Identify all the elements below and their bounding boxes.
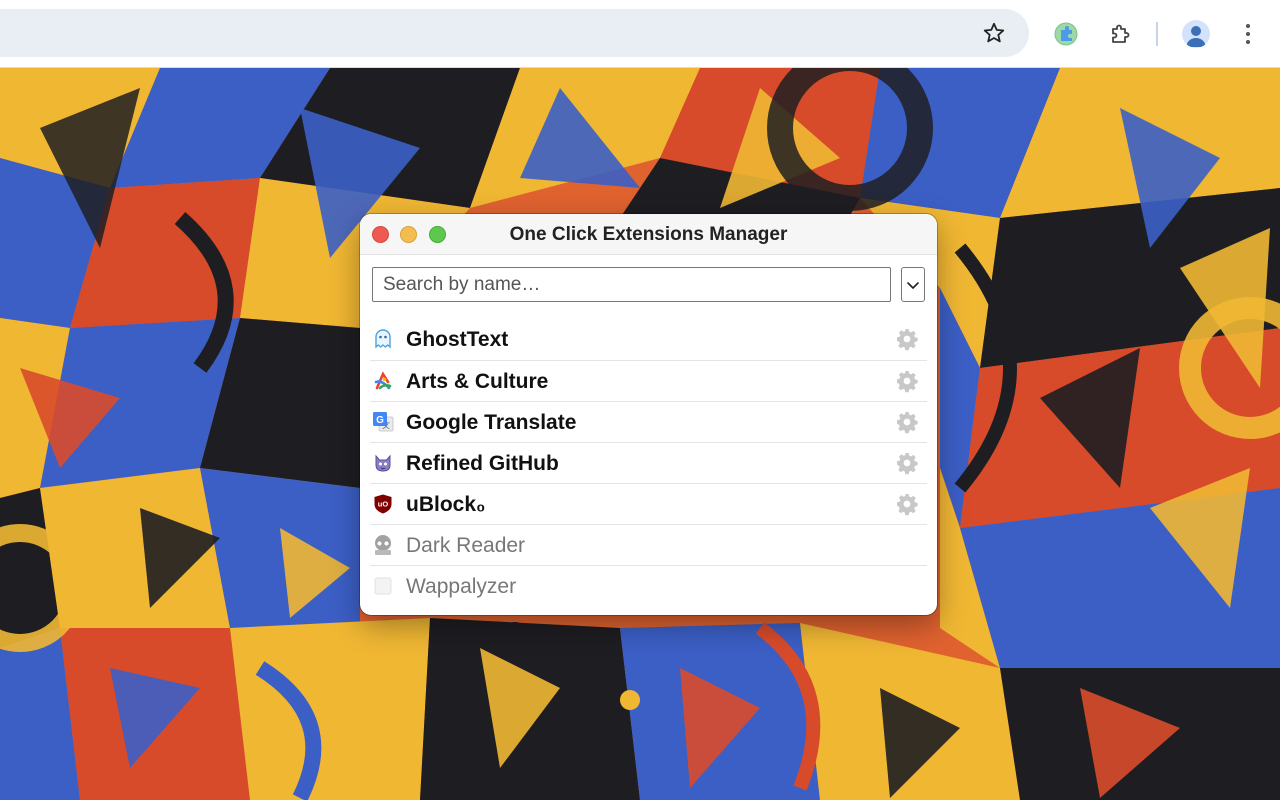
extension-name: Wappalyzer bbox=[406, 575, 517, 598]
extension-row-dark-reader[interactable]: Dark Reader bbox=[370, 524, 927, 565]
address-bar[interactable] bbox=[0, 9, 1029, 57]
extension-name: GhostText bbox=[406, 328, 509, 351]
active-extension-button[interactable] bbox=[1046, 14, 1086, 54]
star-outline-icon bbox=[983, 22, 1005, 43]
gear-icon bbox=[897, 453, 918, 475]
extension-options-button[interactable] bbox=[895, 451, 919, 475]
svg-text:uO: uO bbox=[378, 500, 389, 509]
gear-icon bbox=[897, 412, 918, 434]
extension-options-button[interactable] bbox=[895, 492, 919, 516]
vertical-dots-icon bbox=[1246, 24, 1250, 44]
profile-button[interactable] bbox=[1176, 14, 1216, 54]
dark-reader-icon bbox=[375, 535, 391, 555]
person-avatar-icon bbox=[1182, 20, 1210, 48]
ghosttext-icon bbox=[375, 329, 391, 349]
search-input[interactable] bbox=[372, 267, 891, 302]
wappalyzer-icon bbox=[374, 577, 392, 595]
extension-row-google-translate[interactable]: 文 G Google Translate bbox=[370, 401, 927, 442]
gear-icon bbox=[897, 329, 918, 351]
popup-titlebar: One Click Extensions Manager bbox=[360, 214, 937, 255]
gear-icon bbox=[897, 371, 918, 393]
extension-name: Google Translate bbox=[406, 411, 577, 434]
ublock-icon: uO bbox=[374, 494, 392, 514]
popup-title: One Click Extensions Manager bbox=[509, 224, 788, 245]
extension-name: Refined GitHub bbox=[406, 452, 559, 475]
extension-row-ublock[interactable]: uO uBlock₀ bbox=[370, 483, 927, 524]
gear-icon bbox=[897, 494, 918, 516]
svg-text:G: G bbox=[376, 415, 384, 426]
browser-toolbar bbox=[0, 0, 1280, 68]
bookmark-star-button[interactable] bbox=[974, 13, 1014, 53]
arts-culture-icon bbox=[374, 371, 392, 390]
extensions-manager-popup: One Click Extensions Manager GhostText bbox=[360, 214, 937, 615]
extensions-menu-button[interactable] bbox=[1100, 14, 1140, 54]
extension-row-ghosttext[interactable]: GhostText bbox=[370, 319, 927, 360]
extension-name: Arts & Culture bbox=[406, 370, 549, 393]
toolbar-divider bbox=[1156, 22, 1158, 46]
extension-row-wappalyzer[interactable]: Wappalyzer bbox=[370, 565, 927, 606]
extension-row-arts-culture[interactable]: Arts & Culture bbox=[370, 360, 927, 401]
puzzle-icon bbox=[1112, 24, 1130, 43]
refined-github-icon bbox=[375, 454, 391, 472]
extension-row-refined-github[interactable]: Refined GitHub bbox=[370, 442, 927, 483]
green-extension-icon bbox=[1054, 22, 1078, 46]
browser-menu-button[interactable] bbox=[1228, 14, 1268, 54]
google-translate-icon: 文 G bbox=[373, 412, 394, 432]
extension-options-button[interactable] bbox=[895, 410, 919, 434]
extension-name: Dark Reader bbox=[406, 534, 526, 557]
extension-name: uBlock₀ bbox=[406, 493, 486, 516]
extension-options-button[interactable] bbox=[895, 369, 919, 393]
filter-dropdown[interactable] bbox=[901, 267, 925, 302]
chevron-down-icon bbox=[907, 281, 919, 289]
extension-options-button[interactable] bbox=[895, 327, 919, 351]
extension-list: GhostText Arts & Culture G Google Transl… bbox=[360, 319, 937, 606]
search-row bbox=[360, 255, 937, 319]
